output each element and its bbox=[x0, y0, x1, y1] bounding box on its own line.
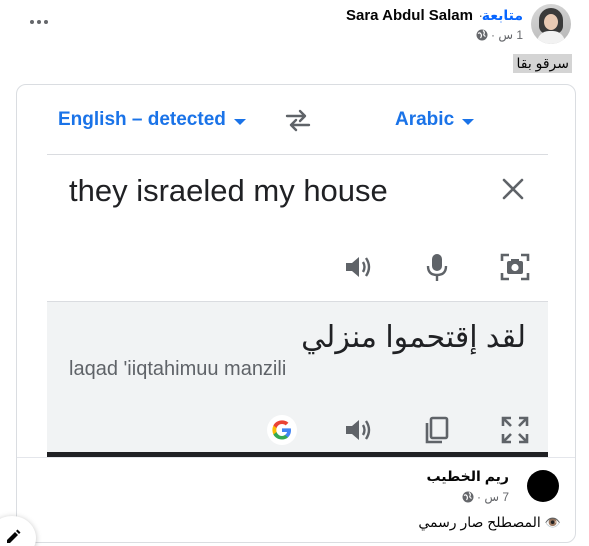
google-translate-screenshot: English – detected Arabic they israeled … bbox=[47, 85, 548, 457]
chevron-down-icon bbox=[233, 119, 246, 125]
source-text: they israeled my house bbox=[69, 173, 388, 208]
chevron-down-icon bbox=[462, 119, 475, 125]
translation-output: لقد إقتحموا منزلي laqad 'iiqtahimuu manz… bbox=[47, 301, 548, 457]
compose-icon bbox=[7, 529, 21, 543]
translated-text: لقد إقتحموا منزلي bbox=[301, 321, 526, 354]
camera-search-icon bbox=[500, 253, 530, 281]
comment-time[interactable]: 7 س · bbox=[477, 490, 509, 504]
comment-body: 👁️ المصطلح صار رسمي bbox=[418, 514, 561, 531]
author-avatar[interactable] bbox=[531, 4, 571, 44]
microphone-icon bbox=[426, 254, 448, 281]
source-language-label: English – detected bbox=[58, 109, 226, 130]
speaker-icon bbox=[346, 257, 371, 277]
post-time[interactable]: 1 س · bbox=[491, 28, 523, 42]
swap-languages-icon bbox=[285, 109, 311, 132]
target-language-label: Arabic bbox=[395, 109, 455, 130]
source-language-selector: English – detected bbox=[58, 109, 246, 131]
commenter-avatar[interactable] bbox=[527, 470, 559, 502]
fullscreen-icon bbox=[501, 416, 529, 444]
follow-button[interactable]: متابعة bbox=[482, 7, 523, 24]
comment-text: المصطلح صار رسمي bbox=[418, 514, 541, 530]
google-logo-icon bbox=[267, 415, 297, 445]
post-meta: 1 س · bbox=[476, 28, 523, 42]
globe-icon bbox=[476, 29, 488, 41]
shared-image-card[interactable]: English – detected Arabic they israeled … bbox=[16, 84, 576, 543]
language-bar: English – detected Arabic bbox=[47, 85, 548, 155]
target-language-selector: Arabic bbox=[395, 109, 475, 131]
speaker-icon bbox=[346, 420, 371, 440]
output-toolbar bbox=[47, 408, 548, 452]
commenter-name[interactable]: ريم الخطيب bbox=[426, 468, 509, 485]
source-toolbar bbox=[47, 247, 548, 287]
romanization-text: laqad 'iiqtahimuu manzili bbox=[69, 358, 287, 380]
more-options-icon[interactable] bbox=[27, 12, 51, 32]
post-header: Sara Abdul Salam · متابعة 1 س · bbox=[0, 0, 589, 52]
post-caption: سرقو بقا bbox=[513, 54, 572, 73]
author-name[interactable]: Sara Abdul Salam bbox=[346, 7, 473, 24]
globe-icon bbox=[462, 491, 474, 503]
eye-emoji-icon: 👁️ bbox=[544, 514, 561, 530]
close-icon bbox=[502, 178, 524, 200]
comment-meta: 7 س · bbox=[462, 490, 509, 504]
comment: ريم الخطيب 7 س · 👁️ المصطلح صار رسمي bbox=[17, 457, 575, 542]
copy-icon bbox=[425, 416, 449, 444]
